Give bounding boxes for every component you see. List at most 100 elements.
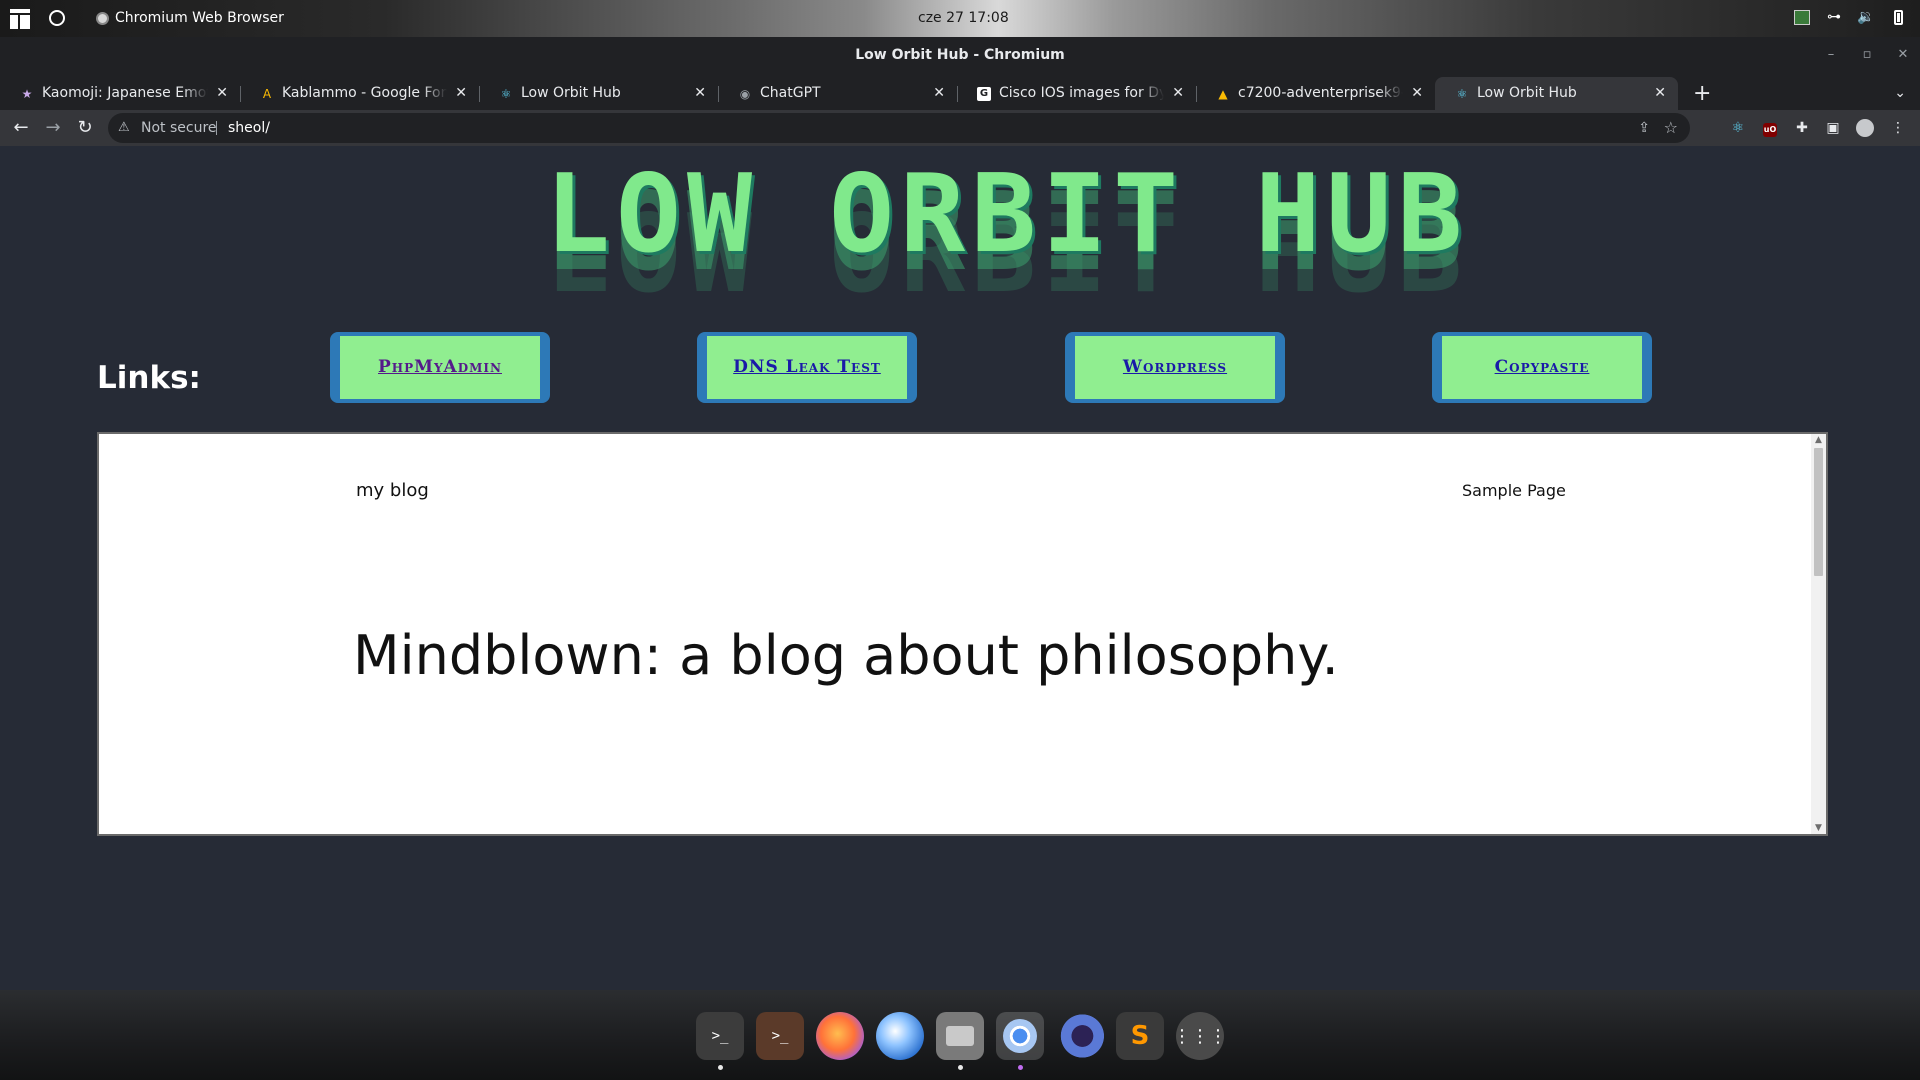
wordpress-embed-iframe[interactable]: my blog Sample Page Mindblown: a blog ab… (97, 432, 1828, 836)
tab-google-fonts[interactable]: A Kablammo - Google Fonts ✕ (240, 77, 479, 110)
tab-strip: ★ Kaomoji: Japanese Emoticons ✕ A Kablam… (0, 73, 1920, 110)
window-titlebar: Low Orbit Hub - Chromium – ▫ ✕ (0, 37, 1920, 73)
close-icon[interactable]: ✕ (1896, 37, 1910, 73)
blog-site-title[interactable]: my blog (356, 480, 429, 501)
forward-icon[interactable]: → (41, 116, 65, 140)
app-menu-label: Chromium Web Browser (115, 10, 284, 26)
security-label[interactable]: Not secure (141, 113, 217, 143)
dock: >_ >_ S ⋮⋮⋮ (0, 990, 1920, 1080)
running-indicator (1018, 1065, 1023, 1070)
ublock-origin-icon[interactable]: uO (1760, 118, 1780, 138)
iframe-scrollbar[interactable]: ▲ ▼ (1811, 434, 1826, 834)
dock-apps: >_ >_ S ⋮⋮⋮ (690, 1000, 1230, 1072)
tab-close-icon[interactable]: ✕ (1411, 77, 1423, 110)
tab-title: Low Orbit Hub (1477, 85, 1577, 101)
page-viewport: LOW ORBIT HUB Links: PhpMyAdmin DNS Leak… (0, 146, 1920, 990)
address-bar[interactable]: ⚠ Not secure sheol/ ⇪ ☆ (108, 113, 1690, 143)
system-tray[interactable]: ⊶ 🔉 (1794, 9, 1906, 25)
tab-close-icon[interactable]: ✕ (455, 77, 467, 110)
tab-separator (479, 86, 480, 102)
chromium-dock-icon[interactable] (996, 1012, 1044, 1070)
thunderbird-mail-icon[interactable] (876, 1012, 924, 1060)
link-phpmyadmin-button[interactable]: PhpMyAdmin (330, 332, 550, 403)
warning-icon[interactable]: ⚠ (118, 113, 130, 143)
volume-icon[interactable]: 🔉 (1857, 9, 1874, 25)
react-icon: ⚛ (1456, 87, 1468, 101)
system-top-bar: Chromium Web Browser cze 27 17:08 ⊶ 🔉 (0, 0, 1920, 37)
scrollbar-thumb[interactable] (1814, 448, 1823, 576)
bookmark-star-icon[interactable]: ☆ (1664, 113, 1678, 143)
url-text[interactable]: sheol/ (228, 113, 270, 143)
tab-close-icon[interactable]: ✕ (933, 77, 945, 110)
tab-close-icon[interactable]: ✕ (216, 77, 228, 110)
tab-kaomoji[interactable]: ★ Kaomoji: Japanese Emoticons ✕ (0, 77, 240, 110)
link-dns-leak-test-button[interactable]: DNS Leak Test (697, 332, 917, 403)
star-icon: ★ (21, 87, 33, 101)
sublime-text-icon[interactable]: S (1116, 1012, 1164, 1060)
scroll-up-icon[interactable]: ▲ (1811, 435, 1826, 445)
share-icon[interactable]: ⇪ (1638, 113, 1650, 143)
extensions-puzzle-icon[interactable]: ✚ (1792, 118, 1812, 138)
browser-toolbar: ← → ↻ ⚠ Not secure sheol/ ⇪ ☆ ⚛ uO ✚ ▣ ⋮ (0, 110, 1920, 146)
chatgpt-icon: ◉ (739, 87, 751, 101)
blog-nav-sample-page[interactable]: Sample Page (1462, 481, 1566, 500)
files-folder-icon[interactable] (936, 1012, 984, 1070)
link-copypaste-button[interactable]: Copypaste (1432, 332, 1652, 403)
back-icon[interactable]: ← (9, 116, 33, 140)
chromium-icon (96, 11, 109, 25)
firefox-icon[interactable] (816, 1012, 864, 1060)
tab-search-chevron-icon[interactable]: ⌄ (1894, 77, 1906, 110)
link-phpmyadmin[interactable]: PhpMyAdmin (378, 357, 502, 377)
tab-separator (240, 86, 241, 102)
eclipse-icon[interactable] (1056, 1012, 1104, 1060)
tab-title: c7200-adventerprisek9-mz (1238, 85, 1403, 101)
tab-low-orbit-hub-active[interactable]: ⚛ Low Orbit Hub ✕ (1435, 77, 1678, 110)
blog-headline: Mindblown: a blog about philosophy. (353, 624, 1339, 687)
omnibox-divider (216, 121, 217, 135)
keyboard-layout-icon[interactable] (1794, 9, 1810, 25)
reload-icon[interactable]: ↻ (73, 116, 97, 140)
profile-avatar-icon[interactable] (1855, 118, 1875, 138)
tab-chatgpt[interactable]: ◉ ChatGPT ✕ (718, 77, 957, 110)
tab-separator (1196, 86, 1197, 102)
guake-terminal-icon[interactable]: >_ (756, 1012, 804, 1060)
terminal-icon[interactable]: >_ (696, 1012, 744, 1070)
tab-title: Kaomoji: Japanese Emoticons (42, 85, 208, 101)
link-wordpress-button[interactable]: Wordpress (1065, 332, 1285, 403)
app-menu[interactable]: Chromium Web Browser (96, 10, 284, 26)
site-logo: LOW ORBIT HUB (545, 152, 1469, 277)
tab-title: Cisco IOS images for Dynamips (999, 85, 1164, 101)
scroll-down-icon[interactable]: ▼ (1811, 823, 1826, 833)
show-apps-grid-icon[interactable]: ⋮⋮⋮ (1173, 1012, 1227, 1060)
tab-close-icon[interactable]: ✕ (1172, 77, 1184, 110)
running-indicator (958, 1065, 963, 1070)
g-icon: G (977, 87, 991, 101)
clock[interactable]: cze 27 17:08 (918, 10, 1009, 26)
tab-close-icon[interactable]: ✕ (694, 77, 706, 110)
new-tab-button[interactable]: + (1693, 77, 1711, 110)
battery-icon[interactable] (1890, 9, 1906, 25)
link-wordpress[interactable]: Wordpress (1123, 357, 1227, 377)
running-indicator (718, 1065, 723, 1070)
side-panel-icon[interactable]: ▣ (1823, 118, 1843, 138)
google-fonts-icon: A (262, 87, 272, 101)
tab-separator (718, 86, 719, 102)
tab-low-orbit-hub[interactable]: ⚛ Low Orbit Hub ✕ (479, 77, 718, 110)
tab-cisco-ios[interactable]: G Cisco IOS images for Dynamips ✕ (957, 77, 1196, 110)
activities-icon[interactable] (10, 9, 30, 29)
maximize-icon[interactable]: ▫ (1860, 37, 1874, 73)
tab-close-icon[interactable]: ✕ (1654, 77, 1666, 110)
workspace-indicator-icon[interactable] (49, 10, 65, 26)
minimize-icon[interactable]: – (1824, 37, 1838, 73)
react-devtools-icon[interactable]: ⚛ (1728, 118, 1748, 138)
tab-separator (957, 86, 958, 102)
tab-title: Low Orbit Hub (521, 85, 621, 101)
links-heading: Links: (97, 360, 201, 396)
tab-google-drive[interactable]: ▲ c7200-adventerprisek9-mz ✕ (1196, 77, 1435, 110)
google-drive-icon: ▲ (1218, 87, 1228, 101)
link-dns-leak-test[interactable]: DNS Leak Test (733, 357, 881, 377)
kebab-menu-icon[interactable]: ⋮ (1888, 118, 1908, 138)
link-copypaste[interactable]: Copypaste (1495, 357, 1590, 377)
network-icon[interactable]: ⊶ (1826, 9, 1842, 25)
tab-title: ChatGPT (760, 85, 821, 101)
